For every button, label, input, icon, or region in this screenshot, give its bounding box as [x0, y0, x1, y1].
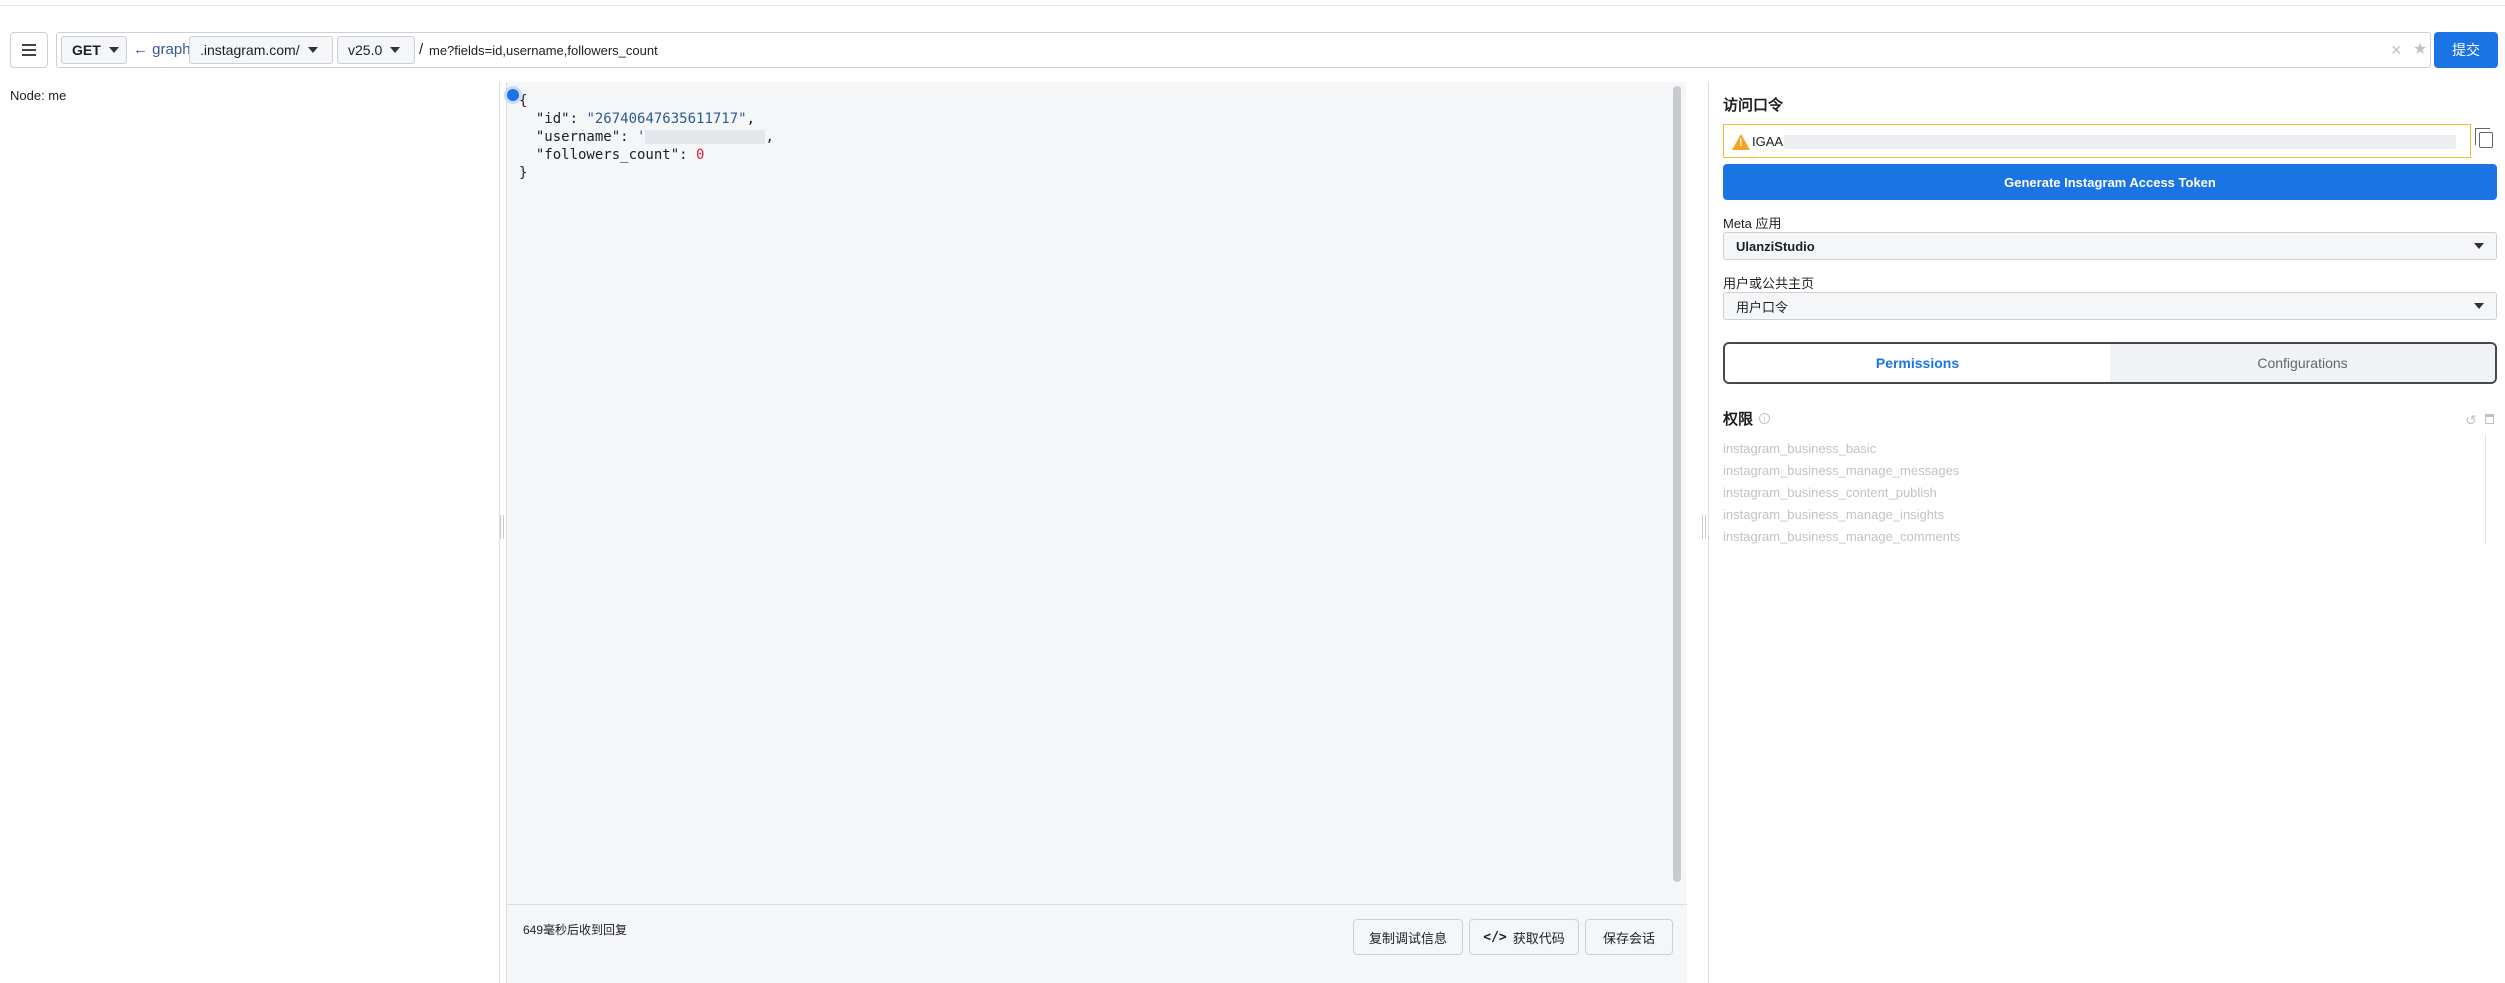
permission-item[interactable]: instagram_business_basic	[1723, 438, 2493, 460]
top-strip	[0, 0, 2505, 6]
method-select[interactable]: GET	[61, 36, 127, 64]
chevron-down-icon	[108, 47, 119, 53]
json-close-brace: }	[519, 165, 528, 181]
node-pane: Node: me	[0, 82, 500, 983]
collapse-toggle-icon[interactable]	[507, 89, 519, 101]
version-select[interactable]: v25.0	[337, 36, 415, 64]
response-pane: { "id": "26740647635611717", "username":…	[506, 82, 1687, 983]
json-key-username: "username"	[535, 129, 621, 145]
chevron-down-icon	[390, 47, 401, 53]
warning-icon	[1732, 134, 1750, 150]
get-code-button[interactable]: </> 获取代码	[1469, 919, 1579, 955]
save-session-label: 保存会话	[1602, 930, 1655, 946]
copy-debug-info-label: 复制调试信息	[1368, 930, 1447, 946]
permission-item[interactable]: instagram_business_manage_insights	[1723, 504, 2493, 526]
json-value-id: "26740647635611717"	[586, 111, 747, 127]
resize-handle-right[interactable]	[1702, 515, 1706, 539]
version-value: v25.0	[348, 42, 383, 58]
path-input[interactable]	[429, 38, 2329, 62]
json-value-username: '	[637, 129, 646, 145]
trash-icon[interactable]	[2485, 414, 2494, 424]
meta-app-label: Meta 应用	[1723, 216, 1782, 231]
access-token-title: 访问口令	[1723, 97, 1784, 114]
path-separator: /	[419, 41, 424, 58]
response-footer: 649毫秒后收到回复 复制调试信息 </> 获取代码 保存会话	[507, 904, 1687, 983]
redacted-token	[1784, 135, 2456, 149]
user-page-select[interactable]: 用户口令	[1723, 292, 2497, 320]
access-token-field[interactable]: IGAA	[1723, 124, 2471, 158]
code-icon: </>	[1483, 929, 1507, 945]
permission-item[interactable]: instagram_business_content_publish	[1723, 482, 2493, 504]
copy-icon[interactable]	[2475, 128, 2493, 148]
info-icon[interactable]: i	[1759, 413, 1771, 424]
user-page-value: 用户口令	[1736, 299, 1789, 315]
menu-button[interactable]	[10, 32, 48, 68]
toolbar: GET ← graph. .instagram.com/ v25.0 / × ★…	[0, 28, 2505, 74]
access-token-pane: 访问口令 IGAA Generate Instagram Access Toke…	[1708, 82, 2505, 983]
chevron-down-icon	[2474, 243, 2484, 249]
permissions-title: 权限	[1723, 411, 1754, 428]
star-icon[interactable]: ★	[2413, 39, 2427, 59]
submit-button[interactable]: 提交	[2434, 32, 2498, 68]
tab-switcher: Permissions Configurations	[1723, 342, 2497, 384]
tab-configurations[interactable]: Configurations	[2110, 344, 2495, 382]
json-open-brace: {	[519, 93, 528, 109]
hamburger-icon	[22, 49, 36, 51]
redacted-username	[645, 130, 766, 144]
access-token-prefix: IGAA	[1752, 134, 1784, 149]
json-key-id: "id"	[535, 111, 570, 127]
clear-icon[interactable]: ×	[2391, 40, 2402, 61]
chevron-down-icon	[2474, 303, 2484, 309]
permissions-scrollbar[interactable]	[2485, 434, 2491, 544]
json-key-followers: "followers_count"	[535, 147, 680, 163]
domain-value: .instagram.com/	[200, 42, 300, 58]
permissions-heading: 权限 i	[1723, 408, 1771, 429]
vertical-scrollbar[interactable]	[1673, 86, 1681, 882]
save-session-button[interactable]: 保存会话	[1585, 919, 1673, 955]
get-code-label: 获取代码	[1512, 930, 1565, 946]
copy-debug-info-button[interactable]: 复制调试信息	[1353, 919, 1463, 955]
chevron-down-icon	[307, 47, 318, 53]
meta-app-value: UlanziStudio	[1736, 238, 1815, 254]
domain-select[interactable]: .instagram.com/	[189, 36, 333, 64]
permission-item[interactable]: instagram_business_manage_messages	[1723, 460, 2493, 482]
json-response: { "id": "26740647635611717", "username":…	[519, 93, 774, 181]
permissions-list: instagram_business_basic instagram_busin…	[1723, 438, 2493, 548]
method-value: GET	[72, 42, 101, 58]
json-value-followers: 0	[696, 147, 705, 163]
resize-handle-left[interactable]	[500, 515, 504, 539]
tab-permissions[interactable]: Permissions	[1725, 344, 2110, 382]
graph-link[interactable]: ← graph.	[133, 41, 195, 58]
node-label: Node: me	[10, 88, 67, 103]
meta-app-select[interactable]: UlanziStudio	[1723, 232, 2497, 260]
url-bar: GET ← graph. .instagram.com/ v25.0 / × ★	[56, 32, 2431, 68]
user-page-label: 用户或公共主页	[1723, 276, 1815, 291]
permission-item[interactable]: instagram_business_manage_comments	[1723, 526, 2493, 548]
response-time-status: 649毫秒后收到回复	[523, 923, 628, 937]
undo-icon[interactable]: ↺	[2465, 412, 2477, 429]
generate-token-button[interactable]: Generate Instagram Access Token	[1723, 164, 2497, 200]
